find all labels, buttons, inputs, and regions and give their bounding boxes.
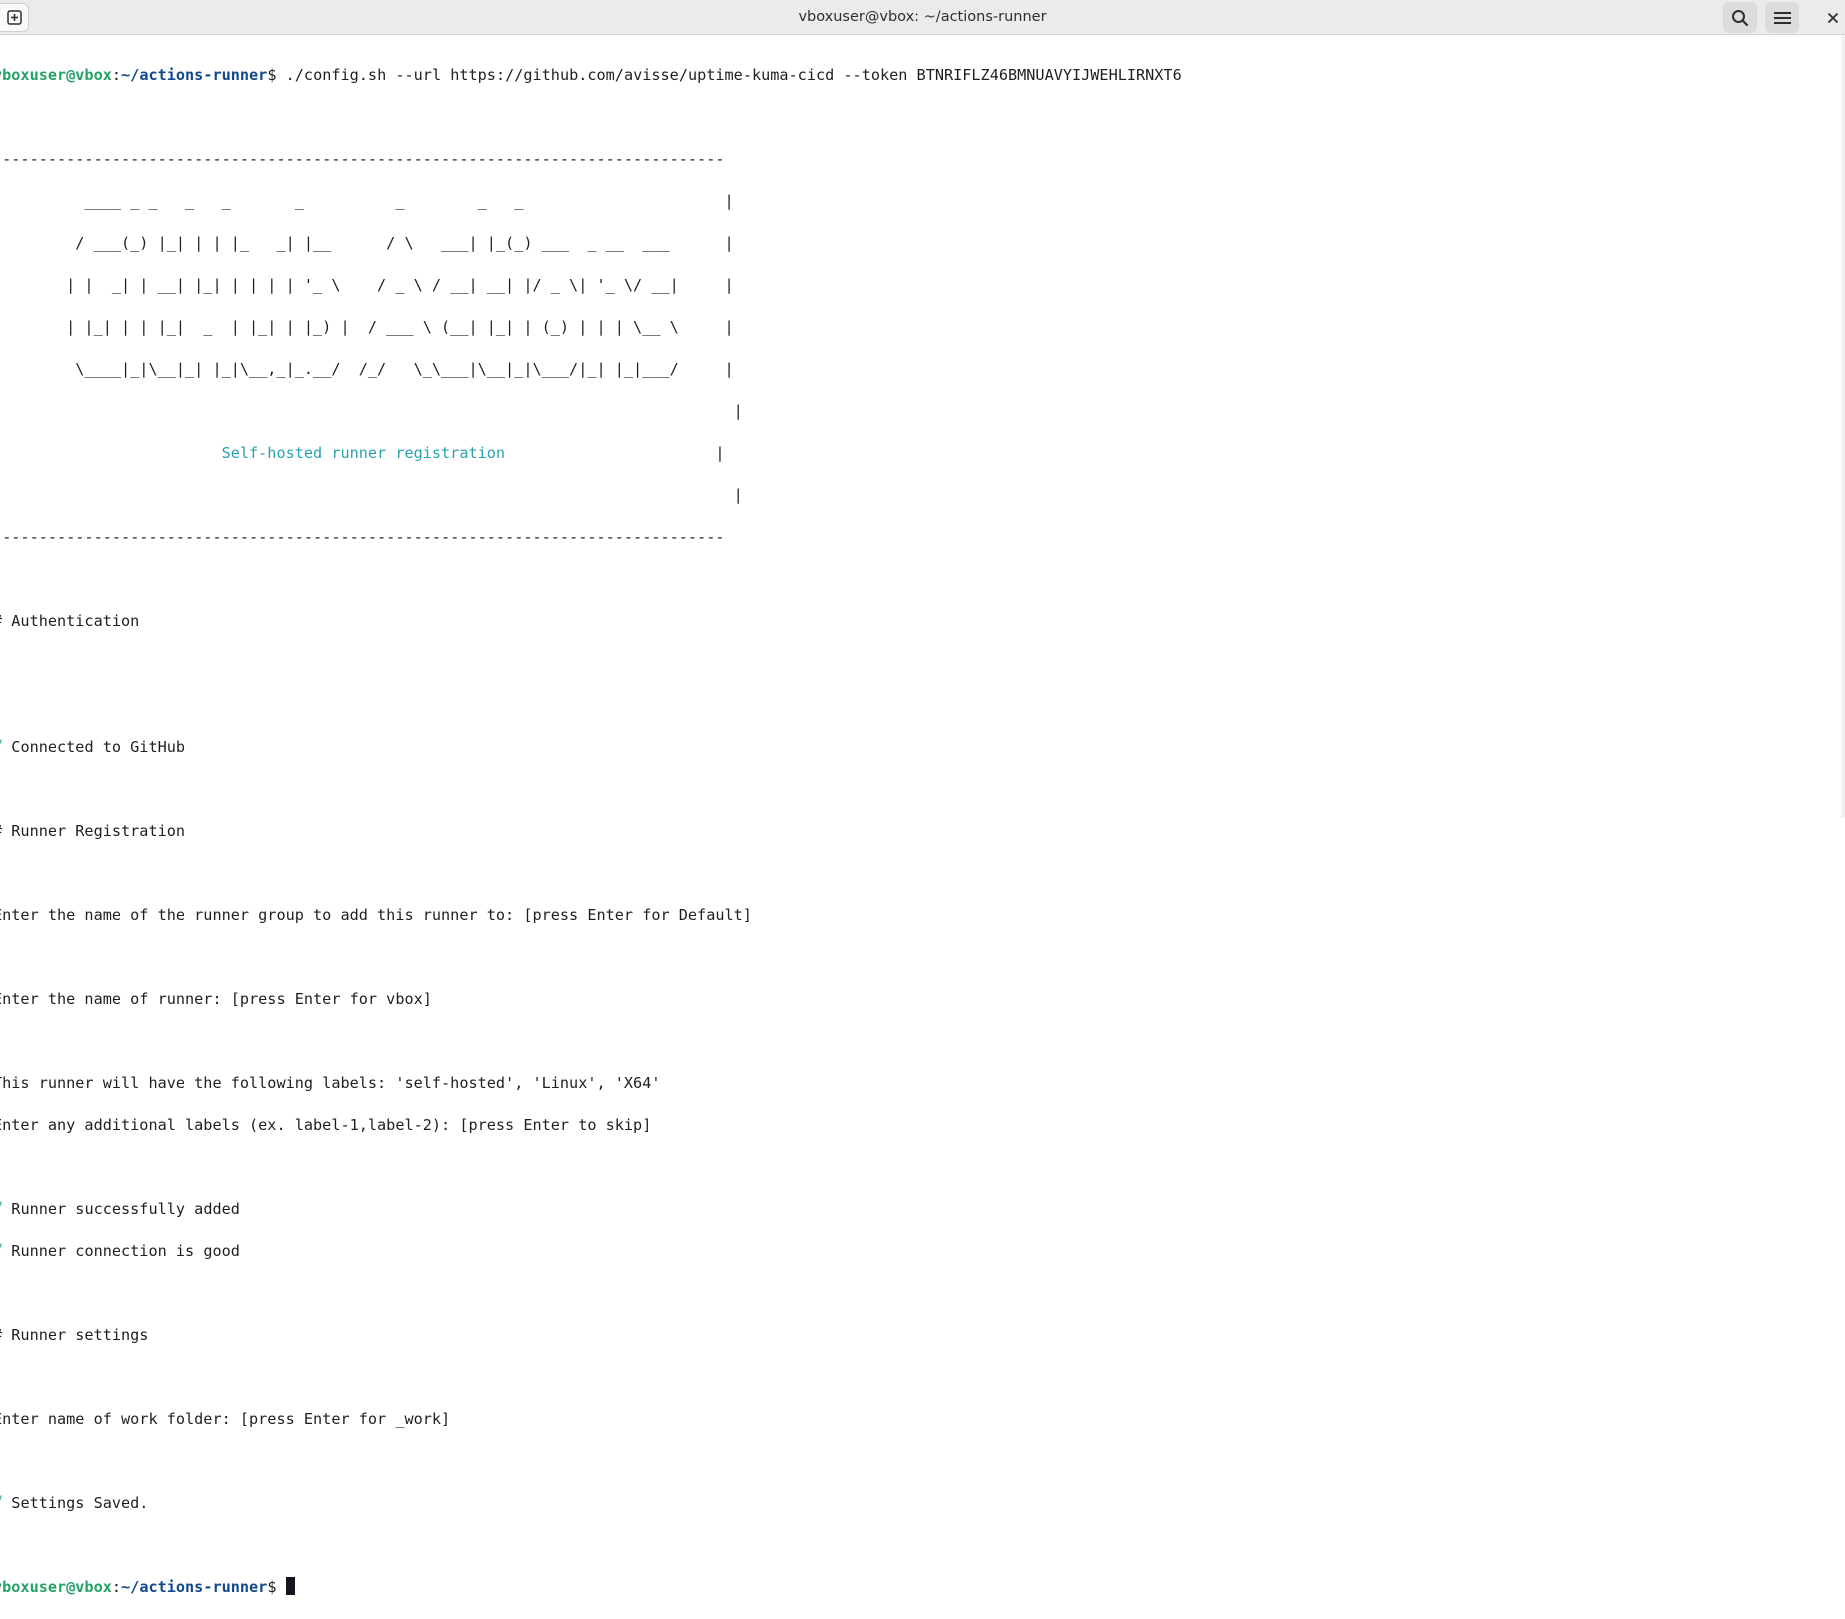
banner-border-bottom: ----------------------------------------… [0, 528, 725, 546]
prompt-user-host: vboxuser@vbox [0, 66, 112, 84]
runner-name-prompt: Enter the name of runner: [press Enter f… [0, 990, 432, 1008]
text-cursor [285, 1577, 295, 1595]
window-title: vboxuser@vbox: ~/actions-runner [798, 9, 1047, 25]
status-connection-good: √ Runner connection is good [0, 1241, 1828, 1262]
terminal-output[interactable]: vboxuser@vbox:~/actions-runner$ ./config… [0, 44, 1828, 1596]
prompt-user-host: vboxuser@vbox [0, 1578, 112, 1596]
section-header-authentication: # Authentication [0, 612, 140, 630]
labels-info: This runner will have the following labe… [0, 1074, 661, 1092]
banner-subtitle: Self-hosted runner registration [221, 444, 506, 462]
scrollbar[interactable] [1841, 35, 1845, 818]
check-icon: √ [0, 738, 11, 756]
banner-art-line: | [0, 402, 743, 420]
status-runner-added: √ Runner successfully added [0, 1199, 1828, 1220]
work-folder-prompt: Enter name of work folder: [press Enter … [0, 1410, 451, 1428]
status-settings-saved: √ Settings Saved. [0, 1493, 1828, 1514]
banner-art-line: | |_| | | |_| _ | |_| | |_) | / ___ \ (_… [0, 318, 734, 336]
hamburger-menu-icon [1773, 11, 1791, 24]
active-prompt-line[interactable]: vboxuser@vbox:~/actions-runner$ [0, 1577, 1828, 1598]
section-header-registration: # Runner Registration [0, 822, 186, 840]
check-icon: √ [0, 1494, 11, 1512]
banner-blank-row: | [0, 486, 743, 504]
banner-subtitle-row: Self-hosted runner registration | [221, 444, 725, 462]
labels-prompt: Enter any additional labels (ex. label-1… [0, 1116, 652, 1134]
banner-art-line: | | _| | __| |_| | | | | '_ \ / _ \ / __… [0, 276, 734, 294]
search-icon [1732, 9, 1749, 26]
banner-art-line: / ___(_) |_| | | |_ _| |__ / \ ___| |_(_… [0, 234, 734, 252]
main-menu-button[interactable] [1765, 2, 1799, 33]
banner-art-line: \____|_|\__|_| |_|\__,_|_.__/ /_/ \_\___… [0, 360, 734, 378]
section-header-settings: # Runner settings [0, 1326, 149, 1344]
prompt-path: ~/actions-runner [121, 66, 268, 84]
status-connected: √ Connected to GitHub [0, 737, 1828, 758]
check-icon: √ [0, 1200, 11, 1218]
title-bar: vboxuser@vbox: ~/actions-runner [0, 0, 1845, 35]
command-line: vboxuser@vbox:~/actions-runner$ ./config… [0, 65, 1828, 86]
runner-group-prompt: Enter the name of the runner group to ad… [0, 906, 752, 924]
check-icon: √ [0, 1242, 11, 1260]
close-window-button[interactable] [1821, 0, 1845, 35]
search-button[interactable] [1723, 2, 1757, 33]
close-icon [1827, 12, 1839, 23]
banner-border-top: ----------------------------------------… [0, 150, 725, 168]
command-text: ./config.sh --url https://github.com/avi… [285, 66, 1182, 84]
prompt-path: ~/actions-runner [121, 1578, 268, 1596]
banner-art-line: ____ _ _ _ _ _ _ _ _ | [0, 192, 734, 210]
